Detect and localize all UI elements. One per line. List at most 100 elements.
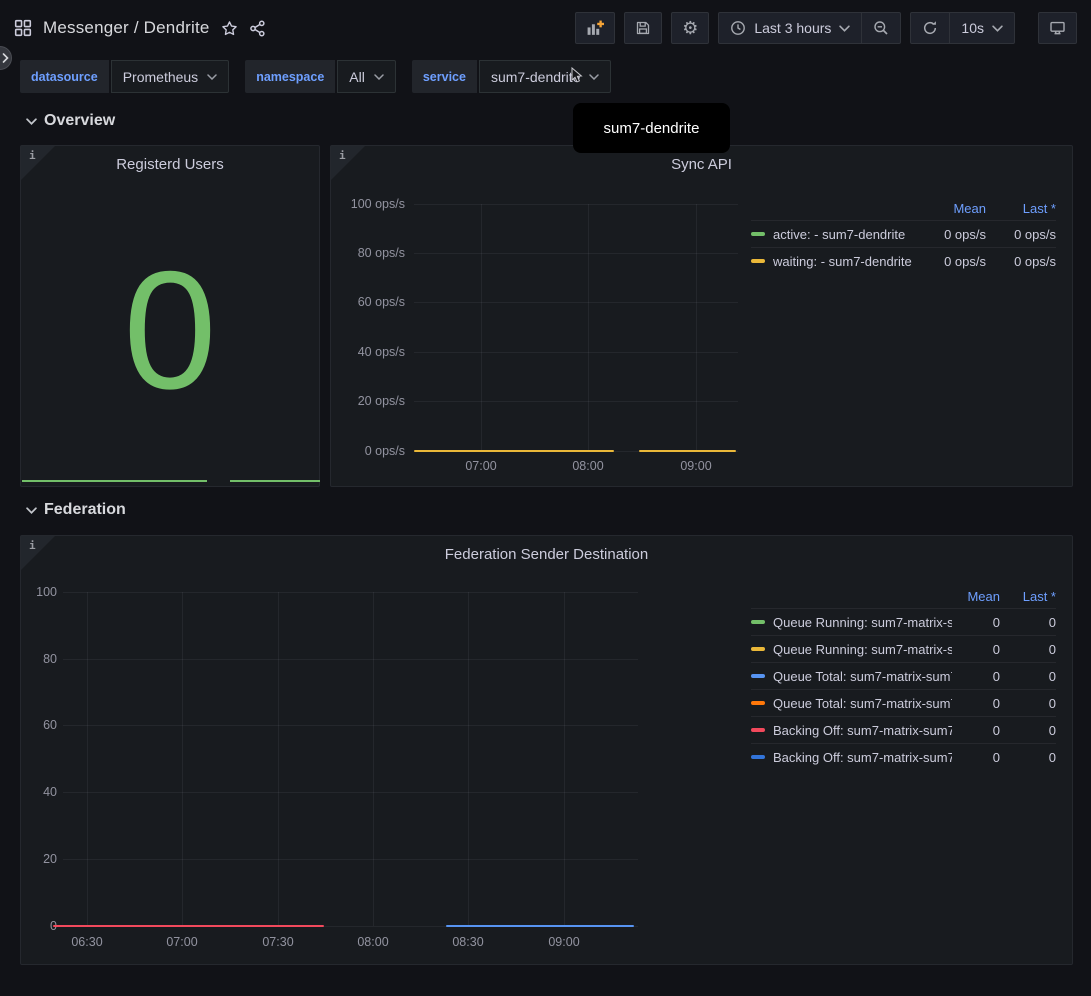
series-last-value: 0 ops/s bbox=[986, 227, 1056, 242]
dashboard-settings-button[interactable]: ⚙ bbox=[671, 12, 709, 44]
series-color-swatch[interactable] bbox=[751, 647, 765, 651]
chevron-down-icon bbox=[26, 507, 37, 514]
legend-header: Mean Last * bbox=[751, 584, 1056, 608]
x-axis-tick: 08:30 bbox=[438, 935, 498, 949]
legend-mean-header[interactable]: Mean bbox=[952, 589, 1000, 604]
service-value-tooltip: sum7-dendrite bbox=[573, 103, 730, 153]
gridline bbox=[414, 204, 738, 205]
series-color-swatch[interactable] bbox=[751, 755, 765, 759]
legend-last-header[interactable]: Last * bbox=[1000, 589, 1056, 604]
panel-federation-sender: i Federation Sender Destination 100 80 6… bbox=[20, 535, 1073, 965]
section-overview[interactable]: Overview bbox=[26, 112, 115, 130]
legend-last-header[interactable]: Last * bbox=[986, 201, 1056, 216]
series-label[interactable]: Queue Running: sum7-matrix-sum7-dendrite bbox=[773, 642, 952, 657]
namespace-variable-picker[interactable]: All bbox=[337, 60, 396, 93]
chevron-down-icon bbox=[839, 25, 850, 32]
series-last-value: 0 bbox=[1000, 723, 1056, 738]
star-icon[interactable] bbox=[221, 20, 238, 37]
series-line-segment bbox=[414, 450, 614, 452]
series-last-value: 0 ops/s bbox=[986, 254, 1056, 269]
series-color-swatch[interactable] bbox=[751, 674, 765, 678]
refresh-icon bbox=[922, 20, 938, 36]
zoom-out-time-button[interactable] bbox=[861, 13, 900, 43]
refresh-button[interactable] bbox=[911, 13, 949, 43]
y-axis-tick: 100 ops/s bbox=[331, 196, 405, 212]
panel-title[interactable]: Sync API bbox=[331, 156, 1072, 173]
time-range-picker[interactable]: Last 3 hours bbox=[719, 13, 861, 43]
series-label[interactable]: Backing Off: sum7-matrix-sum7-dendrite bbox=[773, 723, 952, 738]
x-axis-tick: 09:00 bbox=[666, 459, 726, 473]
y-axis-tick: 80 ops/s bbox=[331, 245, 405, 261]
gridline bbox=[414, 401, 738, 402]
y-axis-tick: 20 ops/s bbox=[331, 393, 405, 409]
gridline bbox=[414, 253, 738, 254]
y-axis-tick: 0 bbox=[21, 918, 57, 934]
series-color-swatch[interactable] bbox=[751, 259, 765, 263]
series-last-value: 0 bbox=[1000, 669, 1056, 684]
add-panel-button[interactable] bbox=[575, 12, 615, 44]
series-label[interactable]: Queue Total: sum7-matrix-sum7-dendrite bbox=[773, 696, 952, 711]
gridline bbox=[87, 592, 88, 926]
series-color-swatch[interactable] bbox=[751, 701, 765, 705]
series-color-swatch[interactable] bbox=[751, 620, 765, 624]
y-axis-tick: 60 ops/s bbox=[331, 294, 405, 310]
panel-title[interactable]: Federation Sender Destination bbox=[21, 546, 1072, 563]
chevron-down-icon bbox=[207, 74, 217, 80]
series-label[interactable]: Backing Off: sum7-matrix-sum7-dendrite bbox=[773, 750, 952, 765]
series-label[interactable]: Queue Total: sum7-matrix-sum7-dendrite bbox=[773, 669, 952, 684]
gridline bbox=[414, 352, 738, 353]
series-color-swatch[interactable] bbox=[751, 728, 765, 732]
section-federation-title: Federation bbox=[44, 501, 126, 519]
refresh-interval-label: 10s bbox=[961, 20, 984, 36]
kiosk-mode-button[interactable] bbox=[1038, 12, 1077, 44]
monitor-icon bbox=[1049, 20, 1066, 36]
refresh-group: 10s bbox=[910, 12, 1015, 44]
dashboard-breadcrumb[interactable]: Messenger / Dendrite bbox=[43, 18, 210, 38]
gridline bbox=[182, 592, 183, 926]
series-line-segment bbox=[446, 925, 634, 927]
save-dashboard-button[interactable] bbox=[624, 12, 662, 44]
legend-row: Queue Running: sum7-matrix-sum7-dendrite… bbox=[751, 635, 1056, 662]
gridline bbox=[278, 592, 279, 926]
section-federation[interactable]: Federation bbox=[26, 501, 126, 519]
legend-header: Mean Last * bbox=[751, 196, 1056, 220]
y-axis-tick: 40 ops/s bbox=[331, 344, 405, 360]
series-label[interactable]: Queue Running: sum7-matrix-sum7-dendrite bbox=[773, 615, 952, 630]
time-picker-group: Last 3 hours bbox=[718, 12, 901, 44]
legend-mean-header[interactable]: Mean bbox=[920, 201, 986, 216]
panel-sync-api: i Sync API 100 ops/s 80 ops/s 60 ops/s 4… bbox=[330, 145, 1073, 487]
series-mean-value: 0 bbox=[952, 642, 1000, 657]
chevron-down-icon bbox=[374, 74, 384, 80]
panel-title[interactable]: Registerd Users bbox=[21, 156, 319, 173]
series-label[interactable]: waiting: - sum7-dendrite bbox=[773, 254, 920, 269]
variable-namespace: namespace All bbox=[245, 60, 396, 93]
gridline bbox=[373, 592, 374, 926]
gridline bbox=[414, 302, 738, 303]
share-icon[interactable] bbox=[249, 20, 266, 37]
datasource-variable-value: Prometheus bbox=[123, 69, 198, 85]
gridline bbox=[481, 204, 482, 451]
chevron-down-icon bbox=[992, 25, 1003, 32]
refresh-interval-picker[interactable]: 10s bbox=[949, 13, 1014, 43]
legend-row: Queue Running: sum7-matrix-sum7-dendrite… bbox=[751, 608, 1056, 635]
x-axis-tick: 07:00 bbox=[152, 935, 212, 949]
variable-datasource: datasource Prometheus bbox=[20, 60, 229, 93]
gridline bbox=[588, 204, 589, 451]
tooltip-text: sum7-dendrite bbox=[604, 120, 700, 137]
top-navbar: Messenger / Dendrite bbox=[0, 0, 1091, 56]
legend-row: Backing Off: sum7-matrix-sum7-dendrite 0… bbox=[751, 743, 1056, 770]
datasource-variable-picker[interactable]: Prometheus bbox=[111, 60, 229, 93]
series-mean-value: 0 bbox=[952, 696, 1000, 711]
series-label[interactable]: active: - sum7-dendrite bbox=[773, 227, 920, 242]
add-panel-icon bbox=[586, 20, 604, 37]
x-axis-tick: 07:30 bbox=[248, 935, 308, 949]
nav-breadcrumb-group: Messenger / Dendrite bbox=[14, 18, 266, 38]
y-axis-tick: 100 bbox=[21, 584, 57, 600]
series-color-swatch[interactable] bbox=[751, 232, 765, 236]
dashboards-grid-icon[interactable] bbox=[14, 19, 32, 37]
service-variable-label: service bbox=[412, 60, 477, 93]
datasource-variable-label: datasource bbox=[20, 60, 109, 93]
sparkline-segment bbox=[230, 480, 320, 482]
service-variable-picker[interactable]: sum7-dendrite bbox=[479, 60, 612, 93]
service-variable-value: sum7-dendrite bbox=[491, 69, 581, 85]
